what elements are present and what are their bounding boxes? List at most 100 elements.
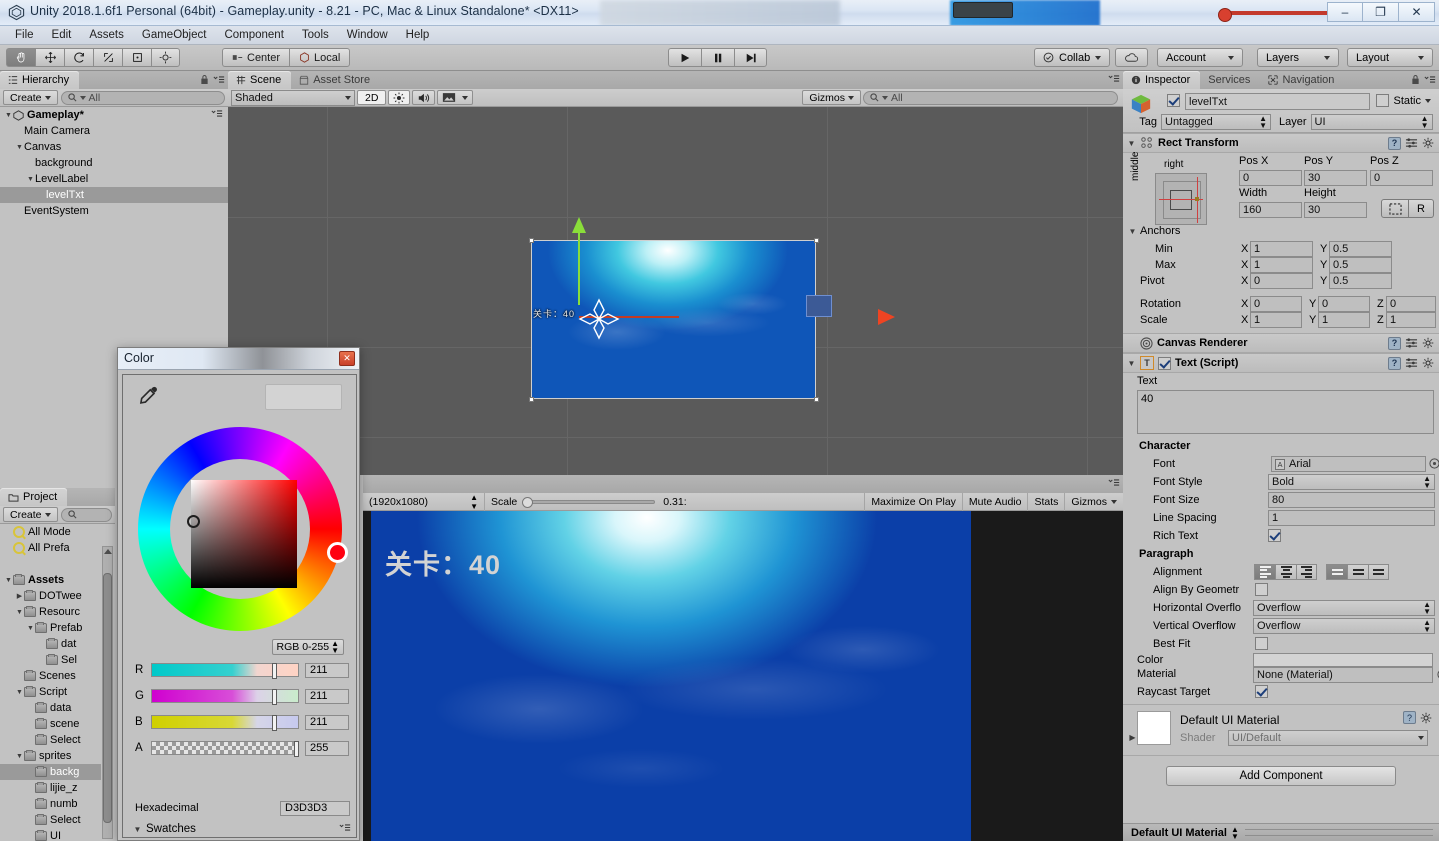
help-icon[interactable]: ? <box>1388 336 1401 350</box>
anchor-max-x-input[interactable]: 1 <box>1250 257 1313 273</box>
object-name-input[interactable]: levelTxt <box>1185 93 1370 110</box>
game-maximize-on-play-toggle[interactable]: Maximize On Play <box>865 492 963 511</box>
rect-tool-button[interactable] <box>122 48 151 67</box>
chevron-right-icon[interactable]: ▶ <box>15 592 24 600</box>
gear-icon[interactable] <box>1422 357 1435 369</box>
blueprint-mode-button[interactable] <box>1381 199 1409 218</box>
static-checkbox[interactable] <box>1376 94 1390 107</box>
project-item[interactable]: ▶backg <box>0 764 101 780</box>
project-item[interactable]: ▶All Prefa <box>0 540 101 556</box>
gizmo-y-axis[interactable] <box>578 227 580 305</box>
tab-inspector[interactable]: Inspector <box>1123 71 1201 89</box>
project-item[interactable]: ▶All Mode <box>0 524 101 540</box>
rect-handle-br[interactable] <box>814 397 819 402</box>
account-button[interactable]: Account <box>1157 48 1243 67</box>
project-item[interactable]: ▼ Assets <box>0 572 101 588</box>
game-resolution-dropdown[interactable]: (1920x1080) ▲ ▼ <box>363 492 485 511</box>
shader-dropdown[interactable]: UI/Default <box>1228 730 1428 746</box>
anchor-min-y-input[interactable]: 0.5 <box>1329 241 1392 257</box>
color-channel-value-input[interactable]: 211 <box>305 714 349 730</box>
panel-menu-icon[interactable] <box>1424 75 1436 84</box>
project-item[interactable]: ▶data <box>0 700 101 716</box>
minimize-button[interactable]: – <box>1327 2 1363 22</box>
font-object-field[interactable]: A Arial <box>1271 456 1426 472</box>
text-value-textarea[interactable]: 40 <box>1137 390 1434 434</box>
inspector-footer-bar[interactable]: Default UI Material ▲ ▼ <box>1123 823 1439 841</box>
color-channel-knob[interactable] <box>271 715 277 731</box>
canvas-renderer-header[interactable]: ▼ Canvas Renderer ? <box>1123 333 1439 353</box>
gizmo-y-arrow[interactable] <box>572 217 586 233</box>
pause-button[interactable] <box>701 48 734 67</box>
menu-item-tools[interactable]: Tools <box>293 28 338 42</box>
lock-icon[interactable] <box>1411 74 1420 85</box>
hierarchy-create-button[interactable]: Create <box>3 90 58 105</box>
project-item[interactable]: ▼ Script <box>0 684 101 700</box>
hierarchy-item[interactable]: ▼ Gameplay* <box>0 107 228 123</box>
hierarchy-item[interactable]: ▼ LevelLabel <box>0 171 228 187</box>
anchor-preset-widget[interactable] <box>1155 173 1207 225</box>
hierarchy-item[interactable]: ▶background <box>0 155 228 171</box>
scene-2d-toggle[interactable]: 2D <box>357 90 387 105</box>
saturation-value-square[interactable] <box>191 480 297 588</box>
step-button[interactable] <box>734 48 767 67</box>
help-icon[interactable]: ? <box>1388 136 1401 150</box>
line-spacing-input[interactable]: 1 <box>1268 510 1435 526</box>
scene-audio-toggle[interactable] <box>412 90 436 105</box>
pivot-x-input[interactable]: 0 <box>1250 273 1313 289</box>
anchor-min-x-input[interactable]: 1 <box>1250 241 1313 257</box>
pivot-mode-button[interactable]: Center <box>222 48 290 67</box>
hand-tool-button[interactable] <box>6 48 35 67</box>
chevron-down-icon[interactable]: ▼ <box>26 176 35 183</box>
game-viewport[interactable]: 关卡：40 <box>363 511 1123 841</box>
close-button[interactable]: ✕ <box>1399 2 1435 22</box>
game-gizmos-button[interactable]: Gizmos <box>1065 493 1123 511</box>
hierarchy-item[interactable]: ▶Main Camera <box>0 123 228 139</box>
align-top-button[interactable] <box>1326 564 1347 580</box>
menu-item-edit[interactable]: Edit <box>43 28 81 42</box>
color-picker-titlebar[interactable]: Color ✕ <box>118 348 359 370</box>
project-item[interactable]: ▼ Prefab <box>0 620 101 636</box>
chevron-down-icon[interactable]: ▼ <box>26 625 35 632</box>
project-item[interactable]: ▶UI <box>0 828 101 841</box>
rect-handle-tr[interactable] <box>814 238 819 243</box>
panel-menu-icon[interactable] <box>1108 478 1120 487</box>
scale-y-input[interactable]: 1 <box>1318 312 1370 328</box>
scene-search-input[interactable]: All <box>863 90 1118 105</box>
project-item[interactable]: ▶ DOTwee <box>0 588 101 604</box>
material-foldout-arrow[interactable]: ▶ <box>1128 733 1137 742</box>
transform-tool-button[interactable] <box>151 48 180 67</box>
color-channel-slider[interactable] <box>151 715 299 731</box>
lock-icon[interactable] <box>200 74 209 85</box>
gear-icon[interactable] <box>1422 137 1435 149</box>
horizontal-overflow-dropdown[interactable]: Overflow ▲ ▼ <box>1253 600 1435 616</box>
chevron-down-icon[interactable]: ▼ <box>15 144 24 151</box>
swatches-menu-icon[interactable] <box>339 823 351 832</box>
project-item[interactable]: ▶dat <box>0 636 101 652</box>
align-center-button[interactable] <box>1275 564 1296 580</box>
rect-handle-bl[interactable] <box>529 397 534 402</box>
project-scrollbar[interactable] <box>102 546 113 839</box>
eyedropper-icon[interactable] <box>137 385 159 407</box>
material-object-field[interactable]: None (Material) <box>1253 667 1433 683</box>
tab-scene[interactable]: Scene <box>228 71 292 89</box>
panel-menu-icon[interactable] <box>1108 74 1120 83</box>
help-icon[interactable]: ? <box>1403 711 1416 724</box>
height-input[interactable]: 30 <box>1304 202 1367 218</box>
layer-dropdown[interactable]: UI ▲ ▼ <box>1310 114 1433 130</box>
hierarchy-scene-menu-icon[interactable] <box>211 109 223 121</box>
color-channel-slider[interactable] <box>151 663 299 679</box>
align-left-button[interactable] <box>1254 564 1275 580</box>
project-item[interactable]: ▼ sprites <box>0 748 101 764</box>
object-enabled-checkbox[interactable] <box>1167 94 1180 107</box>
scale-x-input[interactable]: 1 <box>1250 312 1302 328</box>
rect-transform-header[interactable]: ▼ Rect Transform ? <box>1123 133 1439 153</box>
tab-navigation[interactable]: Navigation <box>1260 71 1344 89</box>
game-mute-audio-toggle[interactable]: Mute Audio <box>963 492 1029 511</box>
font-size-input[interactable]: 80 <box>1268 492 1435 508</box>
gear-icon[interactable] <box>1420 712 1433 724</box>
move-gizmo-center-icon[interactable] <box>576 296 622 342</box>
align-by-geometry-checkbox[interactable] <box>1255 583 1268 596</box>
panel-menu-icon[interactable] <box>213 75 225 84</box>
pos-z-input[interactable]: 0 <box>1370 170 1433 186</box>
project-item[interactable]: ▶Sel <box>0 652 101 668</box>
